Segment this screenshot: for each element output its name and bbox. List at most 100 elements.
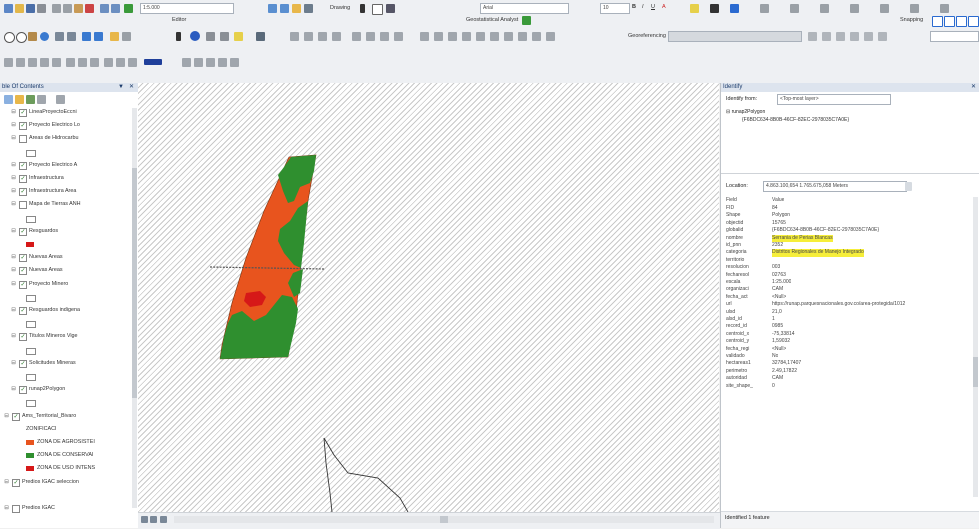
map-canvas[interactable]: [138, 83, 719, 512]
toc-layer-row[interactable]: ZONA DE AGROSISTEI: [0, 438, 136, 447]
layer-visibility-checkbox[interactable]: ✓: [19, 333, 27, 342]
layer-visibility-checkbox[interactable]: ✓: [12, 412, 20, 421]
list-by-visibility-icon[interactable]: [26, 95, 35, 104]
expand-collapse-icon[interactable]: ⊟: [11, 227, 16, 236]
list-by-drawing-order-icon[interactable]: [4, 95, 13, 104]
select-elements-arrow-icon[interactable]: [176, 32, 181, 41]
boundary-line-1[interactable]: [323, 437, 409, 512]
expand-collapse-icon[interactable]: ⊟: [11, 187, 16, 196]
toc-layer-row[interactable]: ZONIFICACI: [0, 425, 136, 434]
layer-tools-10-icon[interactable]: [434, 32, 443, 41]
layer-tools-14-icon[interactable]: [490, 32, 499, 41]
layer-visibility-checkbox[interactable]: ✓: [19, 175, 27, 183]
layer-visibility-checkbox[interactable]: ✓: [19, 267, 27, 276]
undo-icon[interactable]: [100, 4, 109, 13]
toolbar3-5-icon[interactable]: [52, 58, 61, 67]
expand-collapse-icon[interactable]: ⊟: [11, 253, 16, 262]
underline-button[interactable]: U: [651, 4, 655, 10]
find-icon[interactable]: [206, 32, 215, 41]
select-features-icon[interactable]: [110, 32, 119, 41]
layer-symbol-swatch[interactable]: [26, 215, 36, 223]
attribute-row[interactable]: site_shape_ 0: [724, 383, 974, 390]
layer-visibility-checkbox[interactable]: ✓: [12, 478, 20, 487]
toolbar3-10-icon[interactable]: [116, 58, 125, 67]
layer-tools-12-icon[interactable]: [462, 32, 471, 41]
value-column-header[interactable]: Value: [772, 197, 784, 204]
horizontal-scrollbar[interactable]: [174, 516, 714, 523]
layer-symbol-swatch[interactable]: [26, 149, 36, 157]
gps-icon[interactable]: [256, 32, 265, 41]
refresh-icon[interactable]: [160, 516, 167, 523]
layer-symbol-swatch[interactable]: [26, 294, 36, 302]
toc-symbol-row[interactable]: [0, 240, 136, 249]
layer-tools-8-icon[interactable]: [394, 32, 403, 41]
attribute-row[interactable]: ulsd 21,0: [724, 309, 974, 316]
map-scale-combo[interactable]: 1:5.000: [140, 3, 234, 14]
forward-icon[interactable]: [94, 32, 103, 41]
layer-tools-1-icon[interactable]: [290, 32, 299, 41]
snap-point-icon[interactable]: [932, 16, 943, 27]
copy-icon[interactable]: [63, 4, 72, 13]
attribute-row[interactable]: objectid 15765: [724, 220, 974, 227]
delete-icon[interactable]: [85, 4, 94, 13]
layer-visibility-checkbox[interactable]: ✓: [19, 188, 27, 197]
toc-layer-row[interactable]: ⊟ ✓ Resguardos indigena: [0, 306, 136, 315]
attribute-row[interactable]: fecha_act <Null>: [724, 294, 974, 301]
text-icon[interactable]: [386, 4, 395, 13]
layer-symbol-swatch[interactable]: [26, 453, 34, 459]
toc-symbol-row[interactable]: [0, 319, 136, 329]
georef-layer-combo[interactable]: [668, 31, 802, 42]
identify-scrollbar-thumb[interactable]: [973, 357, 978, 387]
toolbar-extra-7-icon[interactable]: [940, 4, 949, 13]
attribute-row[interactable]: url https://runap.parquesnacionales.gov.c…: [724, 301, 974, 308]
toc-layer-row[interactable]: ⊟ ✓ Resguardos: [0, 227, 136, 236]
rectangle-icon[interactable]: [372, 4, 383, 15]
expand-collapse-icon[interactable]: ⊟: [11, 266, 16, 275]
location-field[interactable]: 4.863.100,654 1.765.675,058 Meters: [763, 181, 907, 192]
tree-feature-node[interactable]: {F6BDC634-8B0B-46CF-82EC-2978035C7A0E}: [742, 117, 849, 123]
layer-visibility-checkbox[interactable]: [19, 135, 27, 144]
layer-visibility-checkbox[interactable]: ✓: [19, 359, 27, 368]
print-icon[interactable]: [37, 4, 46, 13]
pan-icon[interactable]: [28, 32, 37, 41]
layer-tools-4-icon[interactable]: [332, 32, 341, 41]
expand-collapse-icon[interactable]: ⊟: [11, 134, 16, 143]
clear-selection-icon[interactable]: [122, 32, 131, 41]
toc-layer-row[interactable]: ⊟ ✓ runap2Polygon: [0, 385, 136, 395]
layer-tools-9-icon[interactable]: [420, 32, 429, 41]
attribute-row[interactable]: territorio: [724, 257, 974, 264]
layer-visibility-checkbox[interactable]: [12, 505, 20, 513]
list-by-selection-icon[interactable]: [37, 95, 46, 104]
attribute-row[interactable]: record_id 0985: [724, 323, 974, 330]
attribute-row[interactable]: organizaci CAM: [724, 286, 974, 293]
layer-symbol-swatch[interactable]: [26, 400, 36, 408]
georef-combo-2[interactable]: [930, 31, 979, 42]
expand-collapse-icon[interactable]: ⊟: [11, 121, 16, 130]
font-combo[interactable]: Arial: [480, 3, 569, 14]
expand-collapse-icon[interactable]: ⊟: [11, 332, 16, 341]
tree-layer-node[interactable]: ⊟ runap2Polygon: [726, 109, 765, 115]
toc-layer-row[interactable]: ⊟ ✓ Infraestructura Area: [0, 187, 136, 197]
geostatistical-analyst-menu[interactable]: Geostatistical Analyst: [466, 17, 518, 23]
toc-pin-icon[interactable]: ▼: [118, 83, 124, 92]
map-view[interactable]: [138, 83, 719, 512]
toc-layer-row[interactable]: ⊟ ✓ Solicitudes Mineras: [0, 359, 136, 368]
layer-visibility-checkbox[interactable]: ✓: [19, 386, 27, 395]
select-elements-icon[interactable]: [360, 4, 365, 13]
toolbar3-1-icon[interactable]: [4, 58, 13, 67]
attribute-row[interactable]: alsd_id 1: [724, 316, 974, 323]
attribute-row[interactable]: hectareas1 32784,17407: [724, 360, 974, 367]
layer-visibility-checkbox[interactable]: [19, 201, 27, 210]
expand-collapse-icon[interactable]: ⊟: [4, 478, 9, 487]
toc-symbol-row[interactable]: [0, 148, 136, 157]
attribute-row[interactable]: Shape Polygon: [724, 212, 974, 219]
layer-symbol-swatch[interactable]: [26, 440, 34, 445]
snap-edge-icon[interactable]: [968, 16, 979, 27]
expand-collapse-icon[interactable]: ⊟: [11, 306, 16, 315]
attribute-row[interactable]: autoridad CAM: [724, 375, 974, 382]
toc-layer-row[interactable]: ⊟ Areas de Hidrocarbu: [0, 134, 136, 144]
expand-collapse-icon[interactable]: ⊟: [11, 385, 16, 394]
toc-window-icon[interactable]: [280, 4, 289, 13]
attribute-row[interactable]: id_pnn 2352: [724, 242, 974, 249]
layer-visibility-checkbox[interactable]: ✓: [19, 122, 27, 131]
